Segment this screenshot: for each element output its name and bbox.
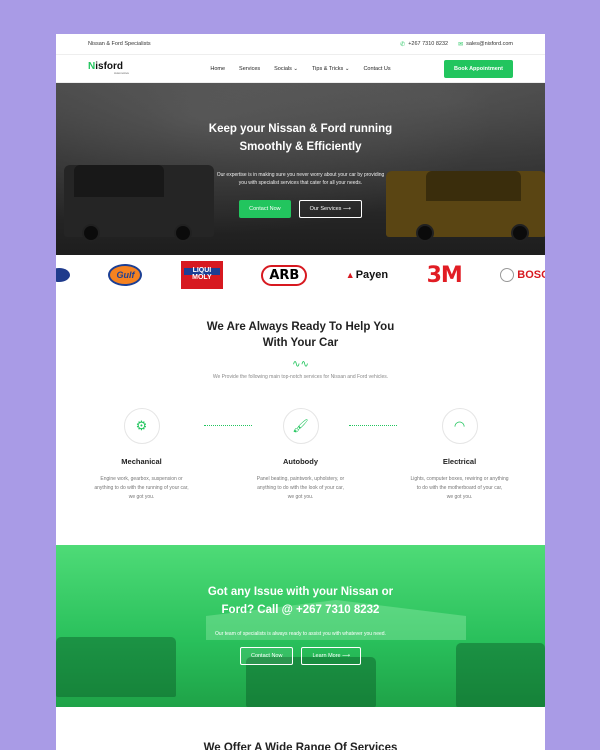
nav-menu: Home Services Socials ⌄ Tips & Tricks ⌄ … [210, 66, 390, 72]
top-contacts: ✆ +267 7310 8232 ✉ sales@nisford.com [400, 41, 513, 48]
nav-item-socials[interactable]: Socials ⌄ [274, 66, 298, 72]
service-title: Autobody [283, 457, 318, 467]
service-title: Mechanical [121, 457, 162, 467]
service-desc-line: anything to do with the look of your car… [257, 484, 344, 491]
3m-logo: 3M [426, 262, 463, 288]
service-card-electrical[interactable]: ◠ Electrical Lights, computer boxes, rew… [402, 408, 517, 501]
service-desc-line: Engine work, gearbox, suspension or [100, 476, 183, 483]
gears-icon: ⚙ [123, 408, 160, 445]
email-text: sales@nisford.com [466, 41, 513, 47]
gulf-logo: Gulf [108, 264, 143, 286]
dotted-connector [204, 425, 252, 427]
brand-logos: Gulf LIQUIMOLY ARB ▲Payen 3M BOSCH [56, 255, 545, 295]
service-title: Electrical [442, 457, 477, 467]
services-section: We Are Always Ready To Help You With You… [56, 295, 545, 501]
cta-title-line1: Got any Issue with your Nissan or [207, 586, 394, 598]
next-section-title: We Offer A Wide Range Of Services [203, 742, 398, 750]
service-desc-line: we got you. [287, 493, 314, 500]
website-page: Nissan & Ford Specialists ✆ +267 7310 82… [56, 34, 545, 750]
contact-now-button[interactable]: Contact Now [239, 199, 291, 218]
service-desc-line: Lights, computer boxes, rewiring or anyt… [410, 476, 509, 483]
learn-more-button[interactable]: Learn More ⟶ [301, 646, 362, 665]
nav-item-contact[interactable]: Contact Us [363, 66, 390, 72]
services-title: We Are Always Ready To Help You With You… [56, 319, 545, 351]
cta-contact-now-button[interactable]: Contact Now [239, 646, 294, 665]
hero-title-line2: Smoothly & Efficiently [239, 140, 362, 153]
bosch-logo: BOSCH [500, 268, 545, 282]
wave-divider-icon: ∿∿ [292, 359, 309, 371]
service-description: Lights, computer boxes, rewiring or anyt… [402, 475, 517, 501]
service-desc-line: we got you. [446, 493, 473, 500]
service-card-autobody[interactable]: 🖌 Autobody Panel beating, paintwork, uph… [243, 408, 358, 501]
nav-item-tips[interactable]: Tips & Tricks ⌄ [312, 66, 349, 72]
service-desc-line: we got you. [128, 493, 155, 500]
service-desc-line: Panel beating, paintwork, upholstery, or [256, 476, 345, 483]
cta-title-line2: Ford? Call @ +267 7310 8232 [221, 603, 380, 616]
hero-title-line1: Keep your Nissan & Ford running [208, 123, 393, 135]
services-title-line1: We Are Always Ready To Help You [206, 321, 395, 333]
dotted-connector [349, 425, 397, 427]
hero-text-line1: Our expertise is in making sure you neve… [216, 171, 385, 178]
phone-icon: ✆ [400, 41, 406, 48]
phone-text: +267 7310 8232 [408, 41, 449, 47]
book-appointment-button[interactable]: Book Appointment [444, 59, 513, 78]
cta-title: Got any Issue with your Nissan or Ford? … [56, 584, 545, 620]
hero-title: Keep your Nissan & Ford running Smoothly… [56, 121, 545, 157]
service-desc-line: to do with the motherboard of your car, [416, 484, 503, 491]
gauge-icon: ◠ [441, 408, 478, 445]
call-to-action-section: Got any Issue with your Nissan or Ford? … [56, 545, 545, 707]
nav-item-home[interactable]: Home [210, 66, 225, 72]
services-row: ⚙ Mechanical Engine work, gearbox, suspe… [56, 408, 545, 501]
tagline: Nissan & Ford Specialists [88, 41, 151, 47]
arb-logo: ARB [261, 264, 308, 286]
cta-buttons: Contact Now Learn More ⟶ [56, 646, 545, 665]
main-nav: Nisford Automotive Home Services Socials… [56, 55, 545, 83]
nav-item-services[interactable]: Services [239, 66, 260, 72]
logo-subtitle: Automotive [114, 71, 130, 75]
logo[interactable]: Nisford Automotive [88, 62, 129, 75]
hero-text-line2: you with specialist services that cater … [238, 179, 363, 186]
ford-logo [56, 268, 70, 282]
hero-section: Keep your Nissan & Ford running Smoothly… [56, 83, 545, 255]
service-card-mechanical[interactable]: ⚙ Mechanical Engine work, gearbox, suspe… [84, 408, 199, 501]
top-bar: Nissan & Ford Specialists ✆ +267 7310 82… [56, 34, 545, 55]
services-lead: We Provide the following main top-notch … [212, 374, 389, 381]
services-title-line2: With Your Car [262, 337, 339, 350]
liqui-moly-logo: LIQUI MOLY [180, 261, 223, 289]
paint-brush-icon: 🖌 [282, 408, 319, 445]
service-description: Engine work, gearbox, suspension or anyt… [84, 475, 199, 501]
phone-contact[interactable]: ✆ +267 7310 8232 [400, 41, 448, 48]
cta-text: Our team of specialists is always ready … [215, 630, 386, 637]
payen-logo: ▲ Payen [345, 269, 389, 281]
cta-content: Got any Issue with your Nissan or Ford? … [56, 545, 545, 707]
hero-content: Keep your Nissan & Ford running Smoothly… [56, 83, 545, 255]
email-contact[interactable]: ✉ sales@nisford.com [458, 41, 513, 48]
hero-buttons: Contact Now Our Services ⟶ [56, 199, 545, 218]
mail-icon: ✉ [458, 41, 464, 48]
our-services-button[interactable]: Our Services ⟶ [298, 199, 362, 218]
service-description: Panel beating, paintwork, upholstery, or… [243, 475, 358, 501]
hero-text: Our expertise is in making sure you neve… [56, 171, 545, 187]
service-desc-line: anything to do with the running of your … [94, 484, 189, 491]
